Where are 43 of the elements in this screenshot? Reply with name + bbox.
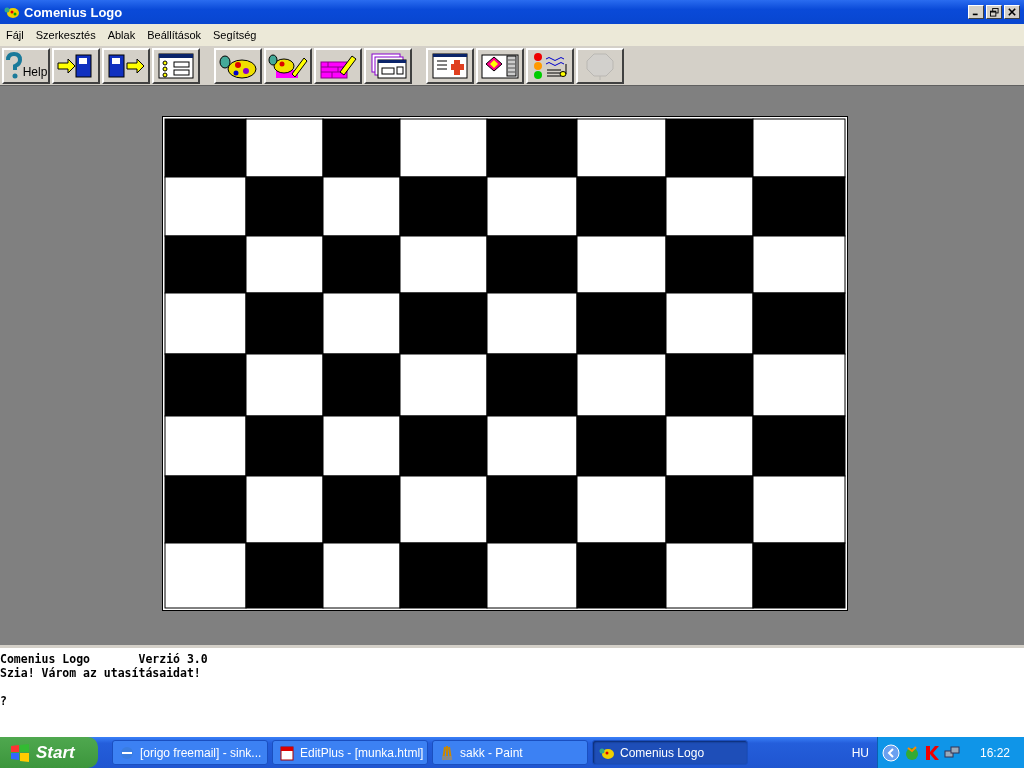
- taskbar-button[interactable]: [origo freemail] - sink...: [112, 740, 268, 765]
- toolbar-button[interactable]: [426, 47, 474, 84]
- toolbar-button[interactable]: [102, 47, 150, 84]
- paint-brushes-icon: [439, 744, 455, 761]
- stacked-windows-icon: [368, 51, 408, 80]
- command-prompt[interactable]: ?: [0, 694, 7, 708]
- menu-item[interactable]: Fájl: [0, 29, 30, 41]
- clock: 16:22: [979, 745, 1010, 760]
- menu-item[interactable]: Szerkesztés: [29, 29, 102, 41]
- book-arrow-icon: [106, 51, 146, 80]
- menu-item[interactable]: Ablak: [101, 29, 142, 41]
- toolbar-button[interactable]: [214, 47, 262, 84]
- toolbar-button[interactable]: [476, 47, 524, 84]
- window-list-icon: [156, 51, 196, 80]
- console-line: Comenius Logo Verzió 3.0: [0, 652, 208, 666]
- turtle-pencil-icon: [268, 51, 308, 80]
- toolbar-button[interactable]: [264, 47, 312, 84]
- chevron-left-icon[interactable]: [881, 743, 900, 762]
- windows-flag-icon: [10, 743, 30, 762]
- menu-item[interactable]: Segítség: [207, 29, 263, 41]
- question-mark-icon: [4, 51, 23, 80]
- toolbar-button[interactable]: [364, 47, 412, 84]
- toolbar-button[interactable]: [152, 47, 200, 84]
- toolbar-button[interactable]: [52, 47, 100, 84]
- taskbar-button[interactable]: EditPlus - [munka.html]: [272, 740, 428, 765]
- taskbar-button[interactable]: Comenius Logo: [592, 740, 748, 765]
- close-icon: [1008, 8, 1016, 16]
- toolbar-button[interactable]: Help: [2, 47, 50, 84]
- restore-icon: [989, 7, 999, 17]
- window-editor-icon: [430, 51, 470, 80]
- computers-icon[interactable]: [943, 744, 960, 761]
- notebook-icon: [279, 744, 295, 761]
- toolbar-button[interactable]: [526, 47, 574, 84]
- picture-editor-icon: [480, 51, 520, 80]
- close-button[interactable]: [1004, 5, 1020, 19]
- menu-item[interactable]: Beállítások: [141, 29, 207, 41]
- toolbar-button[interactable]: [314, 47, 362, 84]
- restore-button[interactable]: [986, 5, 1002, 19]
- window-title: Comenius Logo: [24, 4, 124, 20]
- minimize-button[interactable]: [968, 5, 984, 19]
- console-line: Szia! Várom az utasításaidat!: [0, 666, 201, 680]
- language-indicator[interactable]: HU: [851, 745, 869, 760]
- taskbar-button[interactable]: sakk - Paint: [432, 740, 588, 765]
